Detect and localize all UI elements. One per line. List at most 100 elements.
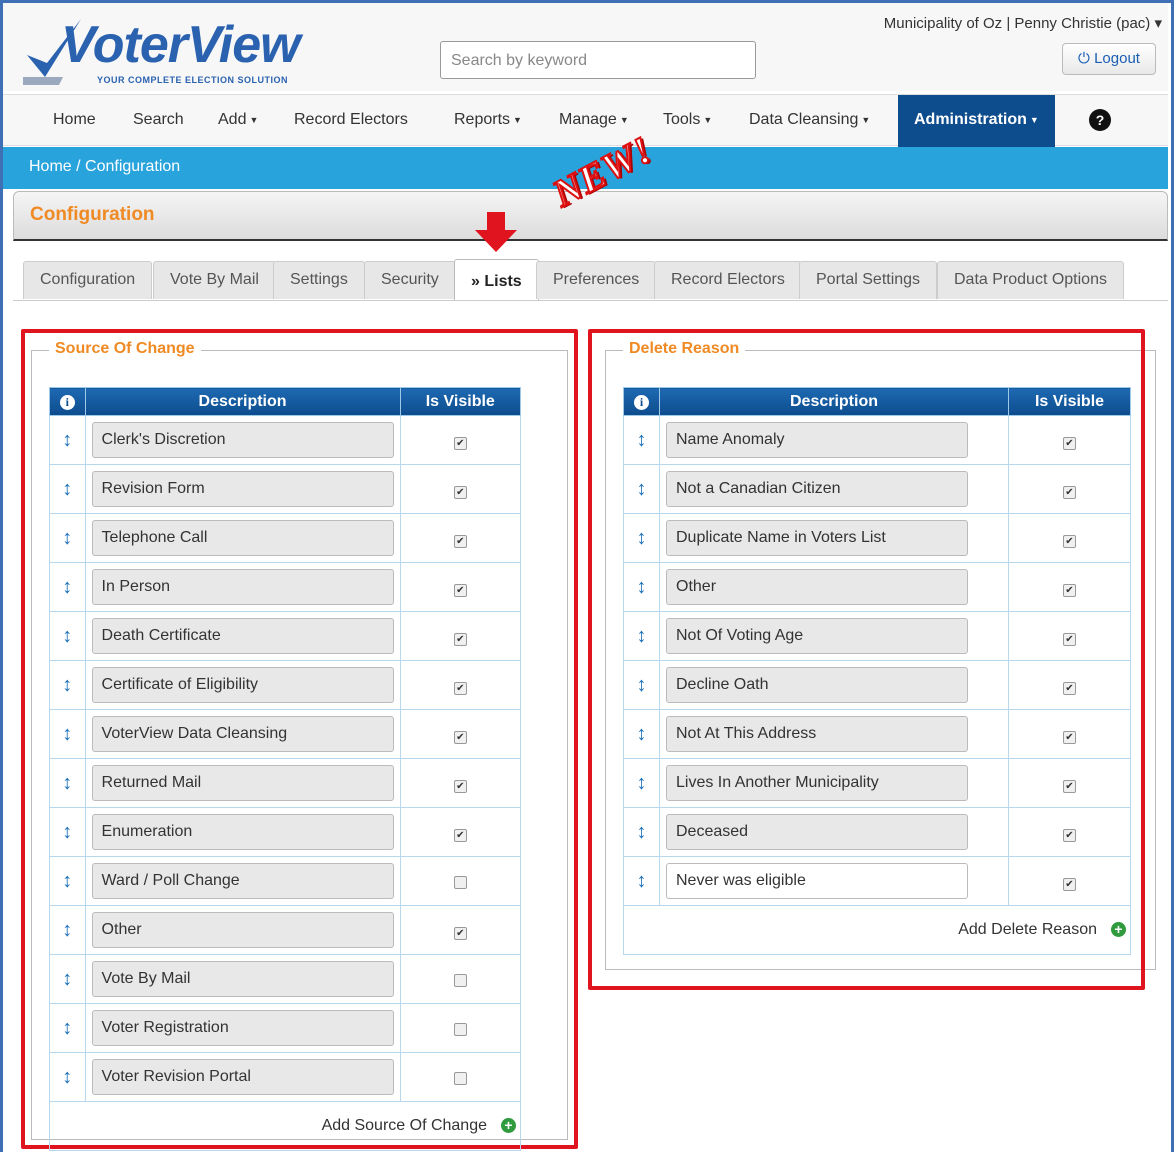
drag-handle-icon[interactable]: ↕ — [49, 856, 86, 906]
add-icon[interactable]: + — [1111, 922, 1126, 938]
description-field[interactable]: Clerk's Discretion — [91, 422, 394, 458]
add-delete-reason-label[interactable]: Add Delete Reason — [958, 921, 1097, 938]
nav-search[interactable]: Search — [133, 95, 184, 147]
is-visible-checkbox[interactable]: ✔ — [453, 535, 467, 548]
description-field[interactable]: Enumeration — [91, 814, 394, 850]
drag-handle-icon[interactable]: ↕ — [623, 513, 660, 563]
drag-handle-icon[interactable]: ↕ — [49, 415, 86, 465]
is-visible-checkbox[interactable]: ✔ — [1063, 584, 1076, 597]
drag-handle-icon[interactable]: ↕ — [49, 660, 86, 710]
info-icon[interactable]: i — [59, 394, 75, 410]
description-field[interactable]: Certificate of Eligibility — [91, 667, 394, 703]
drag-handle-icon[interactable]: ↕ — [49, 954, 86, 1004]
is-visible-checkbox[interactable]: ✔ — [453, 633, 467, 646]
nav-administration[interactable]: Administration ▼ — [898, 95, 1055, 147]
tab-portal-settings[interactable]: Portal Settings — [799, 261, 938, 299]
description-field[interactable]: Other — [91, 912, 394, 948]
drag-handle-icon[interactable]: ↕ — [623, 415, 660, 465]
description-field[interactable]: Voter Revision Portal — [91, 1059, 394, 1095]
description-field[interactable]: Ward / Poll Change — [91, 863, 394, 899]
is-visible-checkbox[interactable]: ✔ — [453, 682, 467, 695]
is-visible-checkbox[interactable]: ✔ — [453, 780, 467, 793]
tab-data-product-options[interactable]: Data Product Options — [937, 261, 1124, 299]
is-visible-checkbox[interactable] — [453, 974, 467, 987]
search-input[interactable]: Search by keyword — [440, 41, 756, 79]
drag-handle-icon[interactable]: ↕ — [623, 807, 660, 857]
nav-record-electors[interactable]: Record Electors — [294, 95, 408, 147]
description-field[interactable]: Telephone Call — [91, 520, 394, 556]
drag-handle-icon[interactable]: ↕ — [49, 611, 86, 661]
drag-handle-icon[interactable]: ↕ — [49, 513, 86, 563]
description-field[interactable]: Duplicate Name in Voters List — [666, 520, 968, 556]
tab-record-electors[interactable]: Record Electors — [654, 261, 802, 299]
drag-handle-icon[interactable]: ↕ — [49, 562, 86, 612]
description-field[interactable]: Vote By Mail — [91, 961, 394, 997]
is-visible-checkbox[interactable]: ✔ — [1063, 780, 1076, 793]
description-field[interactable]: Decline Oath — [666, 667, 968, 703]
description-field[interactable]: Revision Form — [91, 471, 394, 507]
description-field[interactable]: VoterView Data Cleansing — [91, 716, 394, 752]
drag-handle-icon[interactable]: ↕ — [623, 758, 660, 808]
description-field[interactable]: Death Certificate — [91, 618, 394, 654]
description-field[interactable]: Other — [666, 569, 968, 605]
is-visible-checkbox[interactable]: ✔ — [453, 731, 467, 744]
is-visible-checkbox[interactable]: ✔ — [1063, 633, 1076, 646]
nav-tools[interactable]: Tools ▼ — [663, 95, 712, 147]
is-visible-checkbox[interactable]: ✔ — [1063, 437, 1076, 450]
tab-lists[interactable]: » Lists — [454, 259, 539, 301]
description-field[interactable]: Lives In Another Municipality — [666, 765, 968, 801]
drag-handle-icon[interactable]: ↕ — [623, 464, 660, 514]
add-source-of-change-label[interactable]: Add Source Of Change — [322, 1117, 487, 1134]
drag-handle-icon[interactable]: ↕ — [623, 611, 660, 661]
description-field[interactable]: Returned Mail — [91, 765, 394, 801]
is-visible-checkbox[interactable] — [453, 1023, 467, 1036]
drag-handle-icon[interactable]: ↕ — [49, 758, 86, 808]
user-info[interactable]: Municipality of Oz | Penny Christie (pac… — [884, 14, 1162, 32]
add-icon[interactable]: + — [501, 1118, 516, 1134]
drag-handle-icon[interactable]: ↕ — [49, 905, 86, 955]
tab-security[interactable]: Security — [364, 261, 456, 299]
description-field[interactable]: Deceased — [666, 814, 968, 850]
is-visible-checkbox[interactable]: ✔ — [453, 486, 467, 499]
is-visible-checkbox[interactable] — [453, 1072, 467, 1085]
drag-handle-icon[interactable]: ↕ — [623, 562, 660, 612]
description-field[interactable]: Never was eligible — [666, 863, 968, 899]
drag-handle-icon[interactable]: ↕ — [623, 660, 660, 710]
is-visible-checkbox[interactable]: ✔ — [1063, 682, 1076, 695]
description-field[interactable]: Not At This Address — [666, 716, 968, 752]
help-icon[interactable]: ? — [1089, 109, 1111, 131]
nav-data-cleansing[interactable]: Data Cleansing ▼ — [749, 95, 870, 147]
drag-handle-icon[interactable]: ↕ — [623, 856, 660, 906]
is-visible-checkbox[interactable]: ✔ — [1063, 535, 1076, 548]
description-field[interactable]: Not a Canadian Citizen — [666, 471, 968, 507]
info-icon[interactable]: i — [634, 394, 649, 410]
drag-handle-icon[interactable]: ↕ — [49, 464, 86, 514]
drag-handle-icon[interactable]: ↕ — [49, 1003, 86, 1053]
tab-configuration[interactable]: Configuration — [23, 261, 153, 299]
description-field[interactable]: Name Anomaly — [666, 422, 968, 458]
tab-preferences[interactable]: Preferences — [536, 261, 657, 299]
drag-handle-icon[interactable]: ↕ — [623, 709, 660, 759]
drag-handle-icon[interactable]: ↕ — [49, 807, 86, 857]
tab-settings[interactable]: Settings — [273, 261, 365, 299]
voterview-logo[interactable]: VoterView YOUR COMPLETE ELECTION SOLUTIO… — [23, 11, 353, 87]
drag-handle-icon[interactable]: ↕ — [49, 1052, 86, 1102]
is-visible-checkbox[interactable]: ✔ — [1063, 878, 1076, 891]
drag-handle-icon[interactable]: ↕ — [49, 709, 86, 759]
is-visible-checkbox[interactable]: ✔ — [453, 829, 467, 842]
is-visible-checkbox[interactable]: ✔ — [1063, 829, 1076, 842]
nav-home[interactable]: Home — [53, 95, 96, 147]
description-field[interactable]: Voter Registration — [91, 1010, 394, 1046]
is-visible-checkbox[interactable]: ✔ — [453, 437, 467, 450]
description-field[interactable]: Not Of Voting Age — [666, 618, 968, 654]
logout-button[interactable]: ⏻ Logout — [1062, 43, 1156, 75]
is-visible-checkbox[interactable]: ✔ — [1063, 731, 1076, 744]
is-visible-checkbox[interactable]: ✔ — [1063, 486, 1076, 499]
is-visible-checkbox[interactable]: ✔ — [453, 927, 467, 940]
tab-vote-by-mail[interactable]: Vote By Mail — [153, 261, 276, 299]
is-visible-checkbox[interactable]: ✔ — [453, 584, 467, 597]
nav-reports[interactable]: Reports ▼ — [454, 95, 522, 147]
description-field[interactable]: In Person — [91, 569, 394, 605]
is-visible-checkbox[interactable] — [453, 876, 467, 889]
nav-add[interactable]: Add ▼ — [218, 95, 258, 147]
